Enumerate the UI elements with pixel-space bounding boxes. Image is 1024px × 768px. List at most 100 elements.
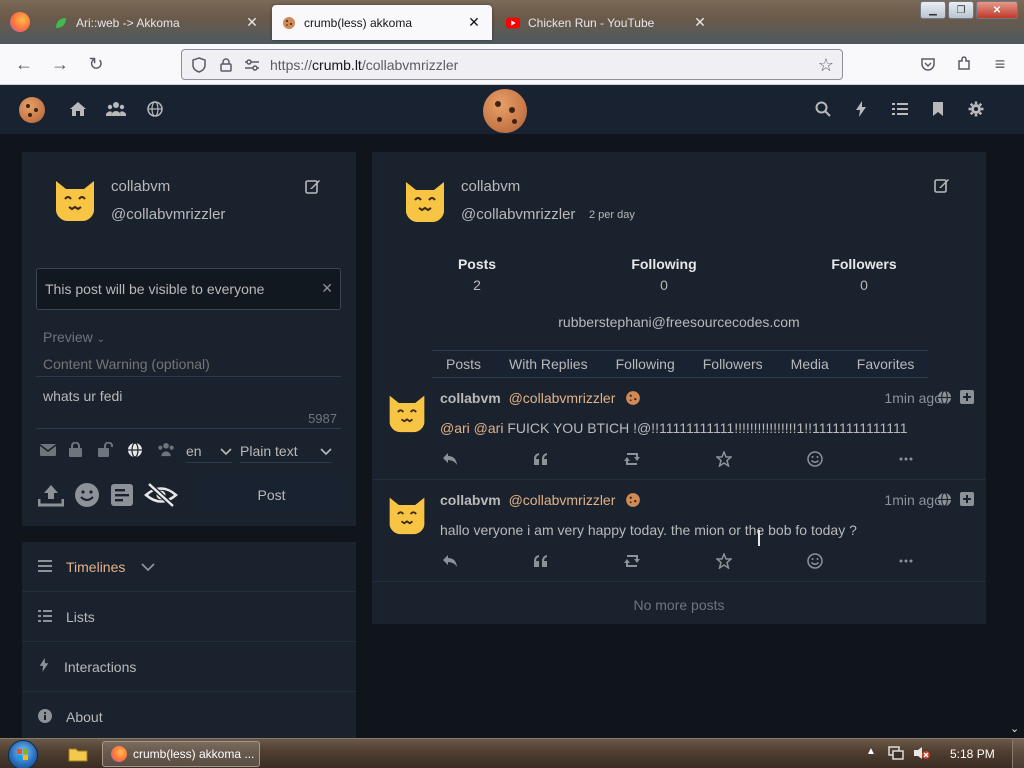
post-author-handle[interactable]: @collabvmrizzler	[509, 492, 616, 508]
explorer-taskbar-icon[interactable]	[64, 741, 92, 767]
stat-followers[interactable]: Followers 0	[816, 256, 912, 293]
post-timestamp[interactable]: 1min ago	[884, 492, 942, 508]
home-icon[interactable]	[67, 98, 89, 120]
firefox-menu-icon[interactable]	[10, 12, 30, 32]
close-tab-icon[interactable]: ✕	[466, 14, 482, 31]
edit-profile-icon[interactable]	[934, 177, 950, 196]
search-icon[interactable]	[812, 98, 834, 120]
start-button[interactable]	[8, 740, 38, 768]
scroll-down-icon[interactable]: ⌄	[1010, 722, 1019, 735]
show-desktop-button[interactable]	[1012, 739, 1024, 768]
bookmark-icon[interactable]	[927, 98, 949, 120]
close-notice-icon[interactable]: ✕	[321, 280, 333, 297]
url-bar[interactable]: https://crumb.lt/collabvmrizzler ☆	[181, 49, 843, 80]
chevron-down-icon[interactable]	[141, 559, 156, 575]
tab-favorites[interactable]: Favorites	[842, 350, 929, 377]
menu-icon[interactable]: ≡	[988, 52, 1012, 76]
list-icon[interactable]	[889, 98, 911, 120]
tab-posts[interactable]: Posts	[432, 350, 496, 377]
tray-arrow-icon[interactable]: ▲	[866, 746, 876, 757]
post-author-name[interactable]: collabvm	[440, 492, 501, 508]
cookie-logo-icon[interactable]	[19, 97, 45, 123]
profile-avatar[interactable]	[402, 178, 448, 224]
profile-handle[interactable]: @collabvmrizzler	[461, 206, 575, 223]
tab-with-replies[interactable]: With Replies	[495, 350, 602, 377]
post-avatar[interactable]	[386, 494, 428, 536]
tab-ari-web[interactable]: Ari::web -> Akkoma ✕	[44, 5, 270, 40]
bolt-icon[interactable]	[850, 98, 872, 120]
forward-icon[interactable]: →	[48, 52, 72, 76]
clock[interactable]: 5:18 PM	[950, 747, 995, 761]
emoji-icon[interactable]	[74, 482, 100, 511]
post-timestamp[interactable]: 1min ago	[884, 390, 942, 406]
post-textarea[interactable]: whats ur fedi 5987	[36, 381, 341, 429]
minimize-button[interactable]: ▁	[920, 1, 946, 19]
unlisted-unlock-icon[interactable]	[98, 441, 120, 460]
volume-muted-icon[interactable]	[913, 746, 931, 763]
nav-item-lists[interactable]: Lists	[22, 592, 356, 642]
stat-following[interactable]: Following 0	[617, 256, 711, 293]
users-icon[interactable]	[105, 98, 127, 120]
reply-icon[interactable]	[440, 552, 460, 570]
expand-plus-icon[interactable]	[960, 492, 974, 509]
network-icon[interactable]	[888, 746, 904, 763]
react-emoji-icon[interactable]	[805, 450, 825, 468]
reply-icon[interactable]	[440, 450, 460, 468]
upload-icon[interactable]	[37, 483, 65, 510]
firefox-taskbar-button[interactable]: crumb(less) akkoma ...	[102, 741, 260, 767]
user-handle[interactable]: @collabvmrizzler	[111, 206, 225, 223]
post-avatar[interactable]	[386, 392, 428, 434]
repeat-icon[interactable]	[622, 552, 642, 570]
local-users-icon[interactable]	[156, 442, 178, 460]
react-emoji-icon[interactable]	[805, 552, 825, 570]
sensitive-eye-slash-icon[interactable]	[144, 481, 178, 511]
back-icon[interactable]: ←	[12, 52, 36, 76]
stat-posts[interactable]: Posts 2	[432, 256, 522, 293]
url-text[interactable]: https://crumb.lt/collabvmrizzler	[270, 57, 458, 73]
close-tab-icon[interactable]: ✕	[244, 14, 260, 31]
tab-media[interactable]: Media	[776, 350, 843, 377]
language-select[interactable]: en	[186, 439, 232, 463]
post-author-handle[interactable]: @collabvmrizzler	[509, 390, 616, 406]
post-button[interactable]: Post	[202, 478, 341, 512]
instance-logo-icon[interactable]	[483, 89, 527, 133]
poll-icon[interactable]	[110, 483, 134, 510]
shield-icon[interactable]	[190, 56, 208, 73]
maximize-button[interactable]: ❐	[948, 1, 974, 19]
repeat-icon[interactable]	[622, 450, 642, 468]
nav-item-about[interactable]: About	[22, 692, 356, 742]
close-window-button[interactable]: ✕	[976, 1, 1018, 19]
favorite-star-icon[interactable]	[714, 552, 734, 570]
nav-item-interactions[interactable]: Interactions	[22, 642, 356, 692]
globe-icon[interactable]	[144, 98, 166, 120]
more-ellipsis-icon[interactable]	[896, 450, 916, 468]
post-author-name[interactable]: collabvm	[440, 390, 501, 406]
more-ellipsis-icon[interactable]	[896, 552, 916, 570]
edit-profile-icon[interactable]	[305, 178, 321, 197]
preview-toggle[interactable]: Preview ⌄	[43, 329, 105, 345]
quote-icon[interactable]	[531, 552, 551, 570]
format-select[interactable]: Plain text	[240, 439, 332, 463]
public-globe-icon[interactable]	[127, 441, 149, 461]
permissions-icon[interactable]	[244, 58, 260, 71]
extensions-icon[interactable]	[952, 52, 976, 76]
content-warning-input[interactable]	[36, 351, 341, 377]
tab-following[interactable]: Following	[601, 350, 689, 377]
close-tab-icon[interactable]: ✕	[692, 14, 708, 31]
tab-crumb-akkoma[interactable]: crumb(less) akkoma ✕	[272, 5, 492, 40]
favorite-star-icon[interactable]	[714, 450, 734, 468]
tab-chicken-run[interactable]: Chicken Run - YouTube ✕	[496, 5, 718, 40]
pocket-icon[interactable]	[916, 52, 940, 76]
bookmark-star-icon[interactable]: ☆	[818, 55, 834, 76]
avatar[interactable]	[52, 177, 98, 223]
quote-icon[interactable]	[531, 450, 551, 468]
nav-item-timelines[interactable]: Timelines	[22, 542, 356, 592]
cog-icon[interactable]	[965, 98, 987, 120]
expand-plus-icon[interactable]	[960, 390, 974, 407]
direct-envelope-icon[interactable]	[39, 443, 62, 459]
tab-followers[interactable]: Followers	[688, 350, 777, 377]
reload-icon[interactable]: ↻	[84, 52, 108, 76]
lock-icon[interactable]	[218, 57, 234, 72]
private-lock-icon[interactable]	[69, 441, 91, 460]
post-mentions[interactable]: @ari @ari	[440, 420, 503, 436]
